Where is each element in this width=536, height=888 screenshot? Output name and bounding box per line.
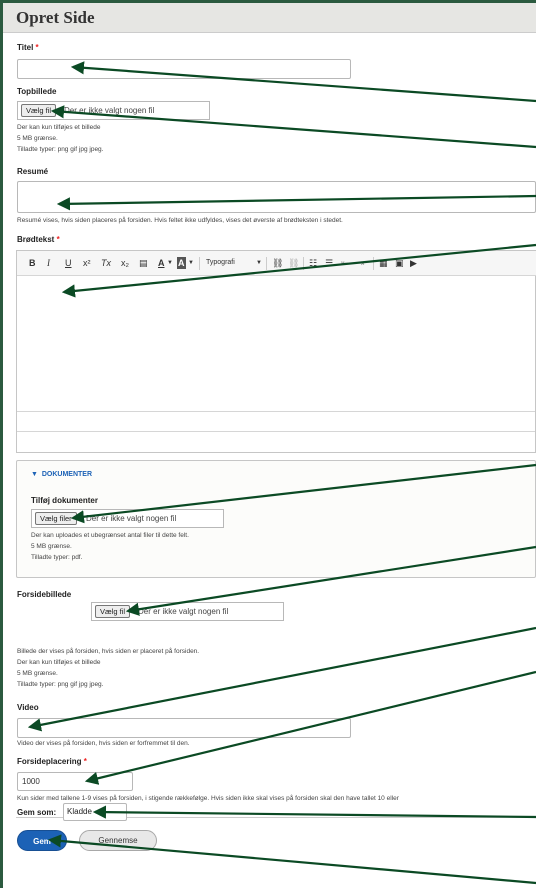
topbillede-help-2: 5 MB grænse. <box>17 135 58 142</box>
italic-button[interactable]: I <box>47 257 50 269</box>
topbillede-choose-button[interactable]: Vælg fil <box>21 104 57 117</box>
required-marker: * <box>35 43 39 52</box>
dokumenter-choose-button[interactable]: Vælg filer <box>35 512 77 525</box>
required-marker: * <box>56 235 60 244</box>
video-input[interactable] <box>17 718 351 738</box>
table-icon[interactable]: ▦ <box>379 257 388 269</box>
text-color-dropdown-icon[interactable]: ▼ <box>167 257 173 269</box>
forsidebillede-choose-button[interactable]: Vælg fil <box>95 605 131 618</box>
brodtekst-label-text: Brødtekst <box>17 235 55 244</box>
gem-som-select[interactable]: Kladde <box>63 803 127 821</box>
remove-format-button[interactable]: Tx <box>101 257 111 269</box>
titel-label-text: Titel <box>17 43 34 52</box>
titel-label: Titel * <box>17 43 39 52</box>
resume-help: Resumé vises, hvis siden placeres på for… <box>17 217 343 224</box>
forsidebillede-label: Forsidebillede <box>17 590 72 599</box>
page-header: Opret Side <box>3 3 536 33</box>
editor-footer-divider <box>17 411 535 412</box>
topbillede-help-3: Tilladte typer: png gif jpg jpeg. <box>17 146 104 153</box>
toolbar-divider <box>303 257 304 270</box>
dokumenter-help-3: Tilladte typer: pdf. <box>31 554 83 561</box>
forsidebillede-help-4: Tilladte typer: png gif jpg jpeg. <box>17 681 104 688</box>
gem-som-label: Gem som: <box>17 808 57 817</box>
bg-color-dropdown-icon[interactable]: ▼ <box>188 257 194 269</box>
collapse-triangle-icon: ▼ <box>31 471 38 478</box>
topbillede-file-status: Der er ikke valgt nogen fil <box>64 106 155 115</box>
outdent-icon[interactable]: ⇤ <box>341 257 349 269</box>
media-embed-icon[interactable]: ▶ <box>410 257 417 269</box>
toolbar-divider <box>373 257 374 270</box>
topbillede-label: Topbillede <box>17 87 57 96</box>
dokumenter-label: Tilføj dokumenter <box>31 496 98 505</box>
format-select[interactable]: Typografi <box>206 257 235 269</box>
video-label: Video <box>17 703 39 712</box>
dokumenter-help-1: Der kan uploades et ubegrænset antal fil… <box>31 532 189 539</box>
page-title: Opret Side <box>16 8 95 27</box>
video-help: Video der vises på forsiden, hvis siden … <box>17 740 190 747</box>
editor-toolbar: B I U x² Tx x₂ ▤ A ▼ A ▼ Typografi ▼ ⛓ ⛓… <box>17 251 536 276</box>
bulleted-list-icon[interactable]: ☰ <box>325 257 333 269</box>
indent-icon[interactable]: ⇥ <box>357 257 365 269</box>
forsideplacering-input[interactable]: 1000 <box>17 772 133 791</box>
titel-input[interactable] <box>17 59 351 79</box>
underline-button[interactable]: U <box>65 257 72 269</box>
save-button[interactable]: Gem <box>17 830 67 851</box>
bg-color-button[interactable]: A <box>177 257 186 269</box>
editor-statusbar <box>17 431 535 432</box>
brodtekst-label: Brødtekst * <box>17 235 60 244</box>
forsidebillede-help-2: Der kan kun tilføjes et billede <box>17 659 101 666</box>
dokumenter-legend-text: DOKUMENTER <box>41 471 92 478</box>
forsidebillede-file-status: Der er ikke valgt nogen fil <box>138 607 229 616</box>
dokumenter-file-input[interactable]: Vælg filer Der er ikke valgt nogen fil <box>31 509 224 528</box>
link-icon[interactable]: ⛓ <box>272 257 283 269</box>
toolbar-divider <box>199 257 200 270</box>
required-marker: * <box>83 757 87 766</box>
numbered-list-icon[interactable]: ☷ <box>309 257 317 269</box>
forsidebillede-file-input[interactable]: Vælg fil Der er ikke valgt nogen fil <box>91 602 284 621</box>
forsideplacering-label-text: Forsideplacering <box>17 757 82 766</box>
resume-label: Resumé <box>17 167 49 176</box>
gem-som-selected-value: Kladde <box>67 807 92 816</box>
topbillede-file-input[interactable]: Vælg fil Der er ikke valgt nogen fil <box>17 101 210 120</box>
forsidebillede-help-1: Billede der vises på forsiden, hvis side… <box>17 648 200 655</box>
forsideplacering-label: Forsideplacering * <box>17 757 87 766</box>
forsidebillede-help-3: 5 MB grænse. <box>17 670 58 677</box>
dokumenter-legend[interactable]: ▼ DOKUMENTER <box>31 471 92 478</box>
image-icon[interactable]: ▣ <box>395 257 404 269</box>
dokumenter-file-status: Der er ikke valgt nogen fil <box>86 514 177 523</box>
browse-button[interactable]: Gennemse <box>79 830 157 851</box>
paste-text-icon[interactable]: ▤ <box>139 257 148 269</box>
text-color-button[interactable]: A <box>158 257 165 269</box>
bold-button[interactable]: B <box>29 257 36 269</box>
format-dropdown-icon[interactable]: ▼ <box>256 257 262 269</box>
unlink-icon[interactable]: ⛓ <box>288 257 299 269</box>
resume-textarea[interactable] <box>17 181 536 213</box>
topbillede-help-1: Der kan kun tilføjes et billede <box>17 124 101 131</box>
superscript-button[interactable]: x² <box>83 257 91 269</box>
toolbar-divider <box>266 257 267 270</box>
rich-text-editor[interactable]: B I U x² Tx x₂ ▤ A ▼ A ▼ Typografi ▼ ⛓ ⛓… <box>16 250 536 453</box>
subscript-button[interactable]: x₂ <box>121 257 129 269</box>
dokumenter-help-2: 5 MB grænse. <box>31 543 72 550</box>
